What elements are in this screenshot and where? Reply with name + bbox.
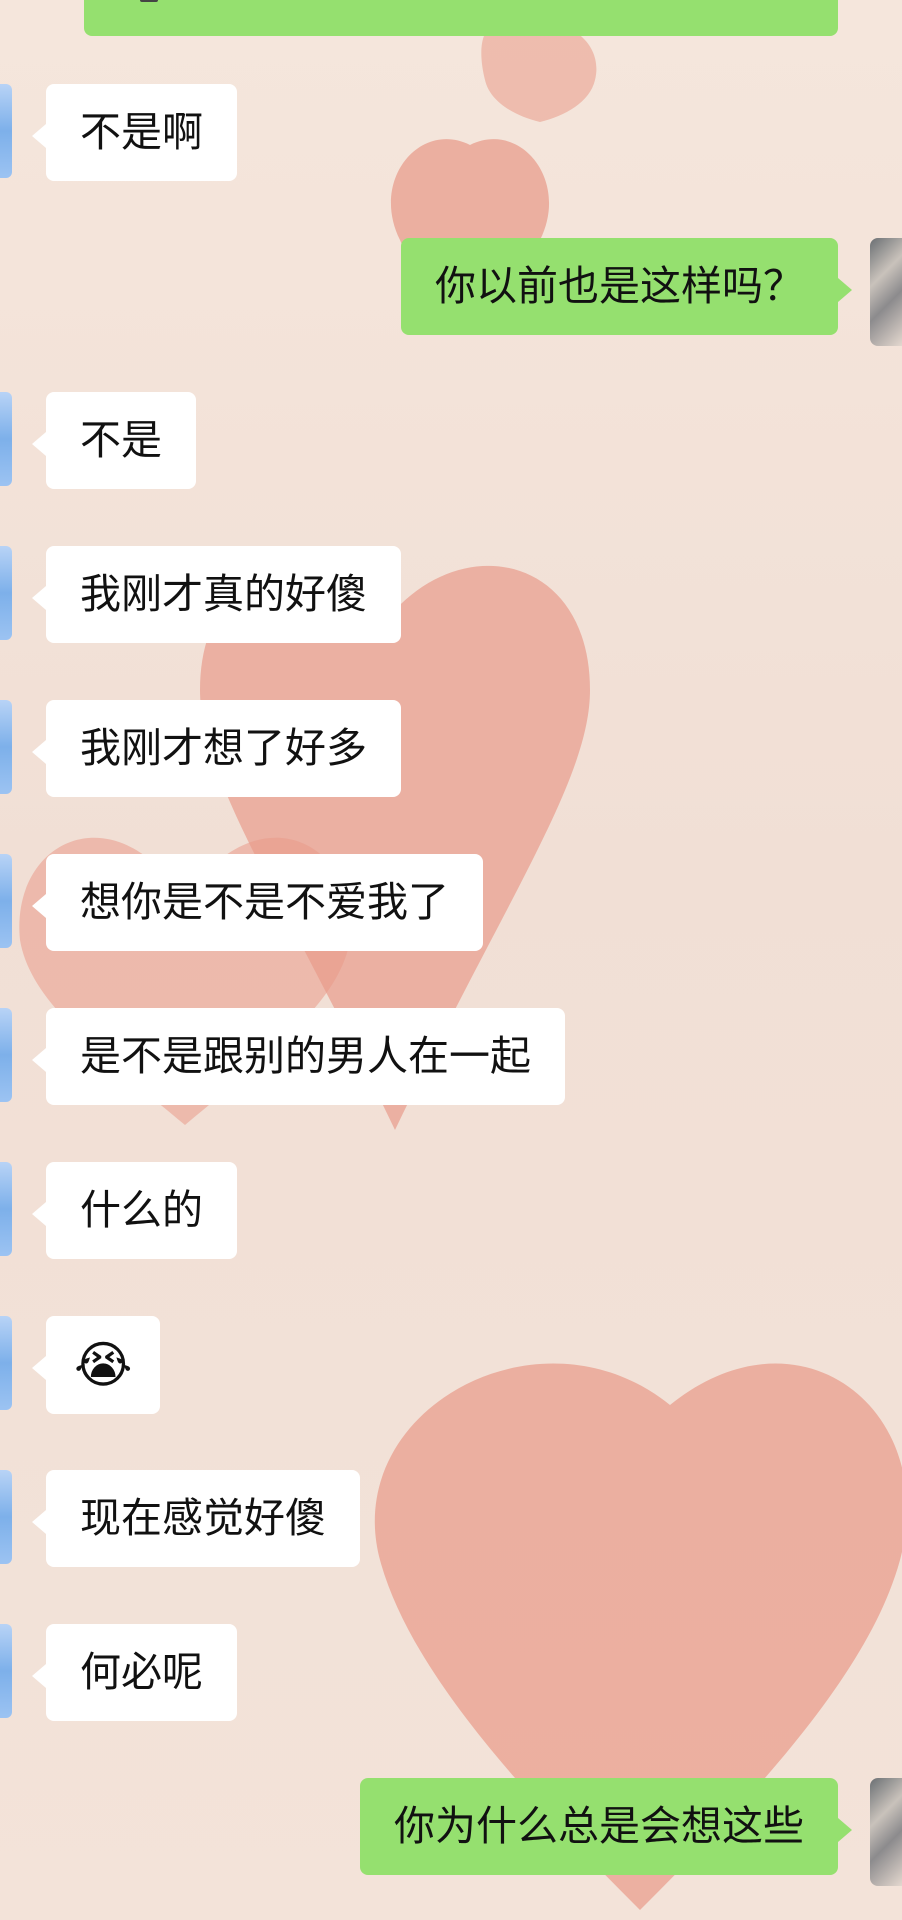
message-text: 我刚才想了好多 <box>80 724 367 772</box>
message-bubble: 何必呢 <box>32 1624 237 1721</box>
previous-message-bubble <box>84 0 838 36</box>
emoji-bubble: 😭 <box>31 1316 161 1414</box>
chat-screen: 不是啊 你以前也是这样吗？ 不是 我刚才真的好傻 我刚才想了好多 想你是不是不爱… <box>0 0 902 1920</box>
user-avatar[interactable] <box>870 238 902 346</box>
message-text: 是不是跟别的男人在一起 <box>80 1032 531 1080</box>
contact-avatar[interactable] <box>0 854 12 948</box>
message-text: 你为什么总是会想这些 <box>394 1802 804 1850</box>
message-bubble: 不是啊 <box>32 84 237 181</box>
contact-avatar[interactable] <box>0 84 12 178</box>
message-text: 我刚才真的好傻 <box>80 570 367 618</box>
contact-avatar[interactable] <box>0 1624 12 1718</box>
heart-icon <box>481 23 597 123</box>
message-bubble: 你为什么总是会想这些 <box>360 1778 852 1875</box>
contact-avatar[interactable] <box>0 392 12 486</box>
message-bubble: 想你是不是不爱我了 <box>32 854 483 951</box>
message-text: 何必呢 <box>80 1648 203 1696</box>
contact-avatar[interactable] <box>0 1470 12 1564</box>
emoji-text: 😭 <box>74 1336 133 1394</box>
message-bubble: 不是 <box>32 392 196 489</box>
message-bubble: 我刚才真的好傻 <box>32 546 401 643</box>
message-text: 不是 <box>80 416 162 464</box>
message-text: 不是啊 <box>80 108 203 156</box>
contact-avatar[interactable] <box>0 1162 12 1256</box>
message-text: 想你是不是不爱我了 <box>80 878 449 926</box>
contact-avatar[interactable] <box>0 1316 12 1410</box>
message-bubble: 你以前也是这样吗？ <box>401 238 852 335</box>
message-bubble: 什么的 <box>32 1162 237 1259</box>
message-bubble: 我刚才想了好多 <box>32 700 401 797</box>
message-text: 现在感觉好傻 <box>80 1494 326 1542</box>
contact-avatar[interactable] <box>0 1008 12 1102</box>
message-text: 什么的 <box>80 1186 203 1234</box>
message-bubble: 是不是跟别的男人在一起 <box>32 1008 565 1105</box>
previous-message-fragment <box>140 0 158 2</box>
user-avatar[interactable] <box>870 1778 902 1886</box>
message-text: 你以前也是这样吗？ <box>435 262 804 310</box>
message-bubble: 现在感觉好傻 <box>32 1470 360 1567</box>
contact-avatar[interactable] <box>0 700 12 794</box>
contact-avatar[interactable] <box>0 546 12 640</box>
